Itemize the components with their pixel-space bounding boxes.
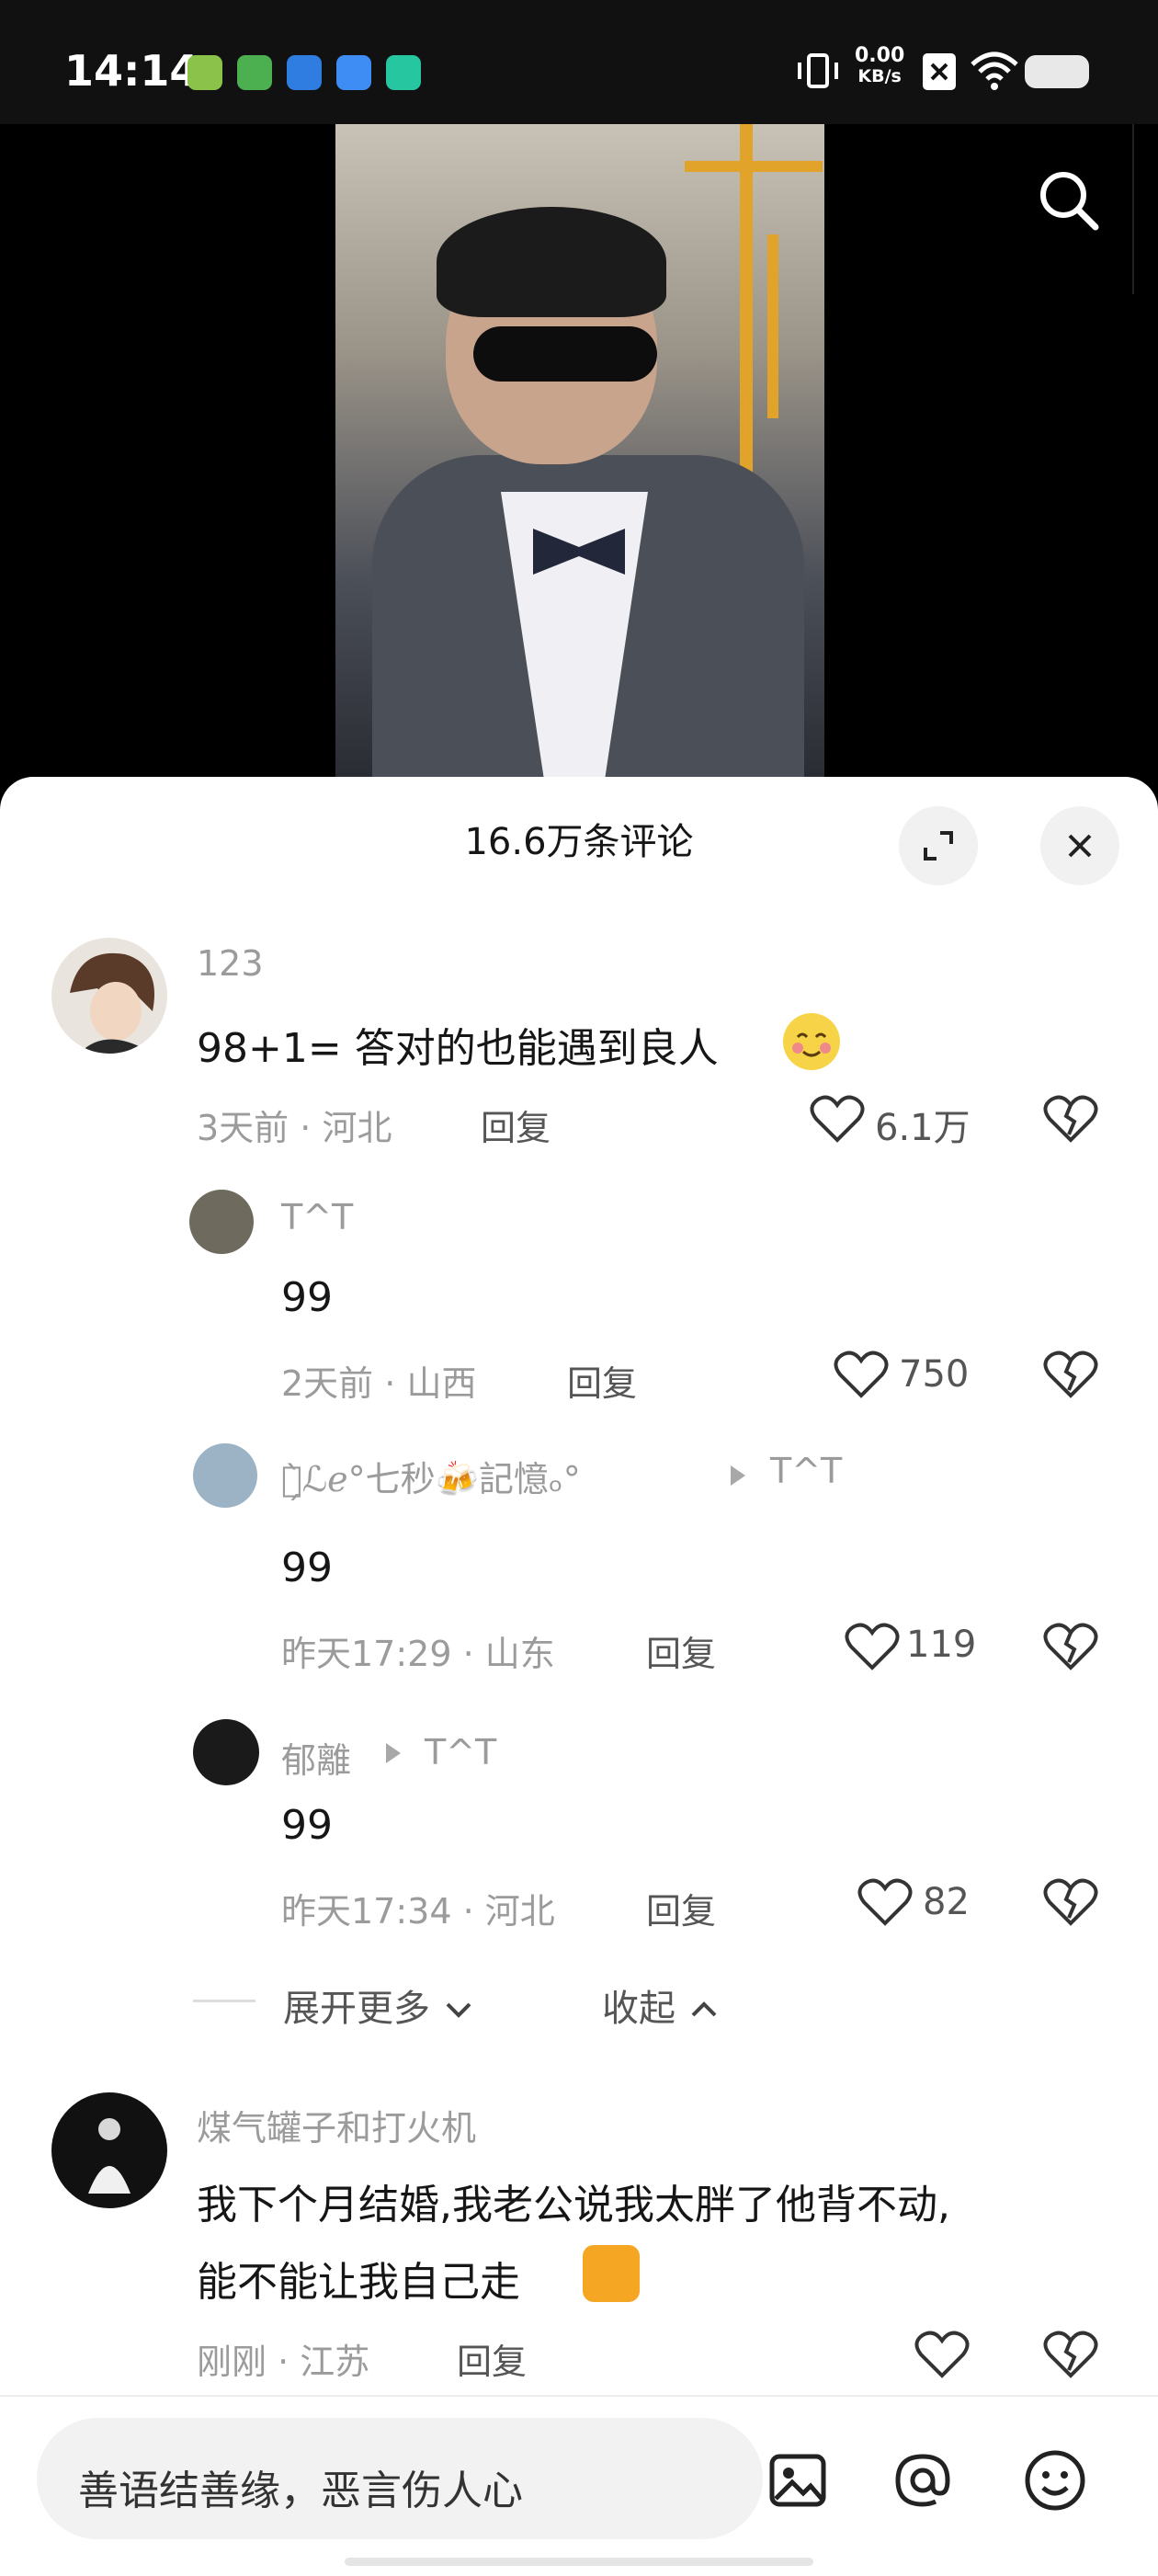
like-heart-icon[interactable] bbox=[857, 1875, 914, 1929]
comment-username[interactable]: ｰ̗̀ℒℯ°七秒🍻記憶ₒ° bbox=[281, 1451, 581, 1501]
comment-text: 99 bbox=[281, 1544, 333, 1591]
bear-emoji bbox=[583, 2245, 640, 2302]
expand-icon bbox=[924, 831, 953, 861]
comment-username[interactable]: 煤气罐子和打火机 bbox=[197, 2100, 476, 2150]
emoji-picker-icon[interactable] bbox=[1020, 2445, 1090, 2515]
comment-text-line2: 能不能让我自己走 bbox=[197, 2259, 520, 2306]
dislike-broken-heart-icon[interactable] bbox=[1042, 1875, 1099, 1929]
net-speed: 0.00 KB/s bbox=[855, 44, 905, 87]
like-count: 6.1万 bbox=[875, 1107, 971, 1149]
like-heart-icon[interactable] bbox=[914, 2328, 971, 2381]
comment-meta: 昨天17:34 · 河北 bbox=[281, 1891, 555, 1932]
reply-button[interactable]: 回复 bbox=[567, 1355, 637, 1406]
comment-text-line1: 我下个月结婚,我老公说我太胖了他背不动, bbox=[197, 2182, 950, 2228]
comment-text: 99 bbox=[281, 1274, 333, 1321]
reply-to-username[interactable]: T^T bbox=[770, 1451, 842, 1491]
search-icon bbox=[1040, 172, 1099, 231]
smiling-blush-emoji bbox=[783, 1013, 840, 1070]
comment-text: 99 bbox=[281, 1802, 333, 1849]
side-panel-handle[interactable] bbox=[1132, 124, 1158, 294]
comment-username[interactable]: 郁離 bbox=[281, 1732, 351, 1783]
avatar[interactable] bbox=[189, 1190, 254, 1254]
avatar[interactable] bbox=[51, 938, 167, 1054]
teal-shield-app-icon bbox=[386, 55, 421, 90]
bride-avatar-image bbox=[88, 2118, 131, 2194]
chevron-down-icon bbox=[446, 2002, 471, 2018]
like-heart-icon[interactable] bbox=[833, 1348, 890, 1401]
thread-divider bbox=[193, 2000, 255, 2002]
blue-app-icon bbox=[287, 55, 322, 90]
reply-button[interactable]: 回复 bbox=[646, 1883, 716, 1933]
green-check-app-icon bbox=[187, 55, 222, 90]
close-button[interactable] bbox=[1040, 806, 1119, 885]
video-player[interactable] bbox=[335, 124, 824, 777]
comment-username[interactable]: 123 bbox=[197, 943, 264, 984]
reply-to-username[interactable]: T^T bbox=[425, 1732, 496, 1772]
search-button[interactable] bbox=[1029, 161, 1108, 240]
dislike-broken-heart-icon[interactable] bbox=[1042, 2328, 1099, 2381]
mention-icon[interactable] bbox=[890, 2447, 956, 2513]
comment-text: 98+1= 答对的也能遇到良人 bbox=[197, 1025, 719, 1072]
dislike-broken-heart-icon[interactable] bbox=[1042, 1620, 1099, 1673]
comment-meta: 昨天17:29 · 山东 bbox=[281, 1634, 555, 1674]
home-indicator[interactable] bbox=[345, 2558, 813, 2566]
like-count: 119 bbox=[906, 1624, 977, 1666]
comment-input-placeholder[interactable]: 善语结善缘，恶言伤人心 bbox=[78, 2457, 523, 2516]
avatar[interactable] bbox=[193, 1719, 259, 1785]
status-time: 14:14 bbox=[64, 46, 199, 96]
reply-button[interactable]: 回复 bbox=[481, 1100, 551, 1150]
like-heart-icon[interactable] bbox=[844, 1620, 901, 1673]
reply-arrow-icon bbox=[731, 1465, 745, 1486]
like-heart-icon[interactable] bbox=[809, 1092, 866, 1146]
reply-arrow-icon bbox=[386, 1743, 401, 1763]
comment-meta: 刚刚 · 江苏 bbox=[197, 2342, 370, 2382]
status-bar: 14:14 0.00 KB/s bbox=[0, 0, 1158, 124]
blue-pill-app-icon bbox=[336, 55, 371, 90]
chevron-up-icon bbox=[691, 2001, 717, 2017]
avatar[interactable] bbox=[51, 2092, 167, 2208]
expand-more-button[interactable]: 展开更多 bbox=[283, 1978, 475, 2032]
avatar[interactable] bbox=[193, 1443, 257, 1508]
expand-sheet-button[interactable] bbox=[899, 806, 978, 885]
like-count: 82 bbox=[923, 1881, 970, 1923]
comment-meta: 2天前 · 山西 bbox=[281, 1363, 477, 1404]
vibrate-icon bbox=[798, 53, 838, 88]
green-app-icon bbox=[237, 55, 272, 90]
comment-meta: 3天前 · 河北 bbox=[197, 1108, 392, 1148]
image-picker-icon[interactable] bbox=[765, 2447, 831, 2513]
battery-icon bbox=[1025, 55, 1089, 88]
close-icon bbox=[1068, 834, 1092, 858]
comment-username[interactable]: T^T bbox=[281, 1197, 353, 1237]
wifi-icon bbox=[971, 51, 1018, 90]
reply-button[interactable]: 回复 bbox=[457, 2333, 527, 2384]
sim-off-icon bbox=[923, 53, 956, 90]
dislike-broken-heart-icon[interactable] bbox=[1042, 1348, 1099, 1401]
dislike-broken-heart-icon[interactable] bbox=[1042, 1092, 1099, 1146]
collapse-button[interactable]: 收起 bbox=[602, 1978, 721, 2032]
like-count: 750 bbox=[899, 1353, 970, 1396]
reply-button[interactable]: 回复 bbox=[646, 1625, 716, 1676]
comment-count-title: 16.6万条评论 bbox=[464, 821, 694, 863]
anime-avatar-image bbox=[70, 952, 154, 1054]
